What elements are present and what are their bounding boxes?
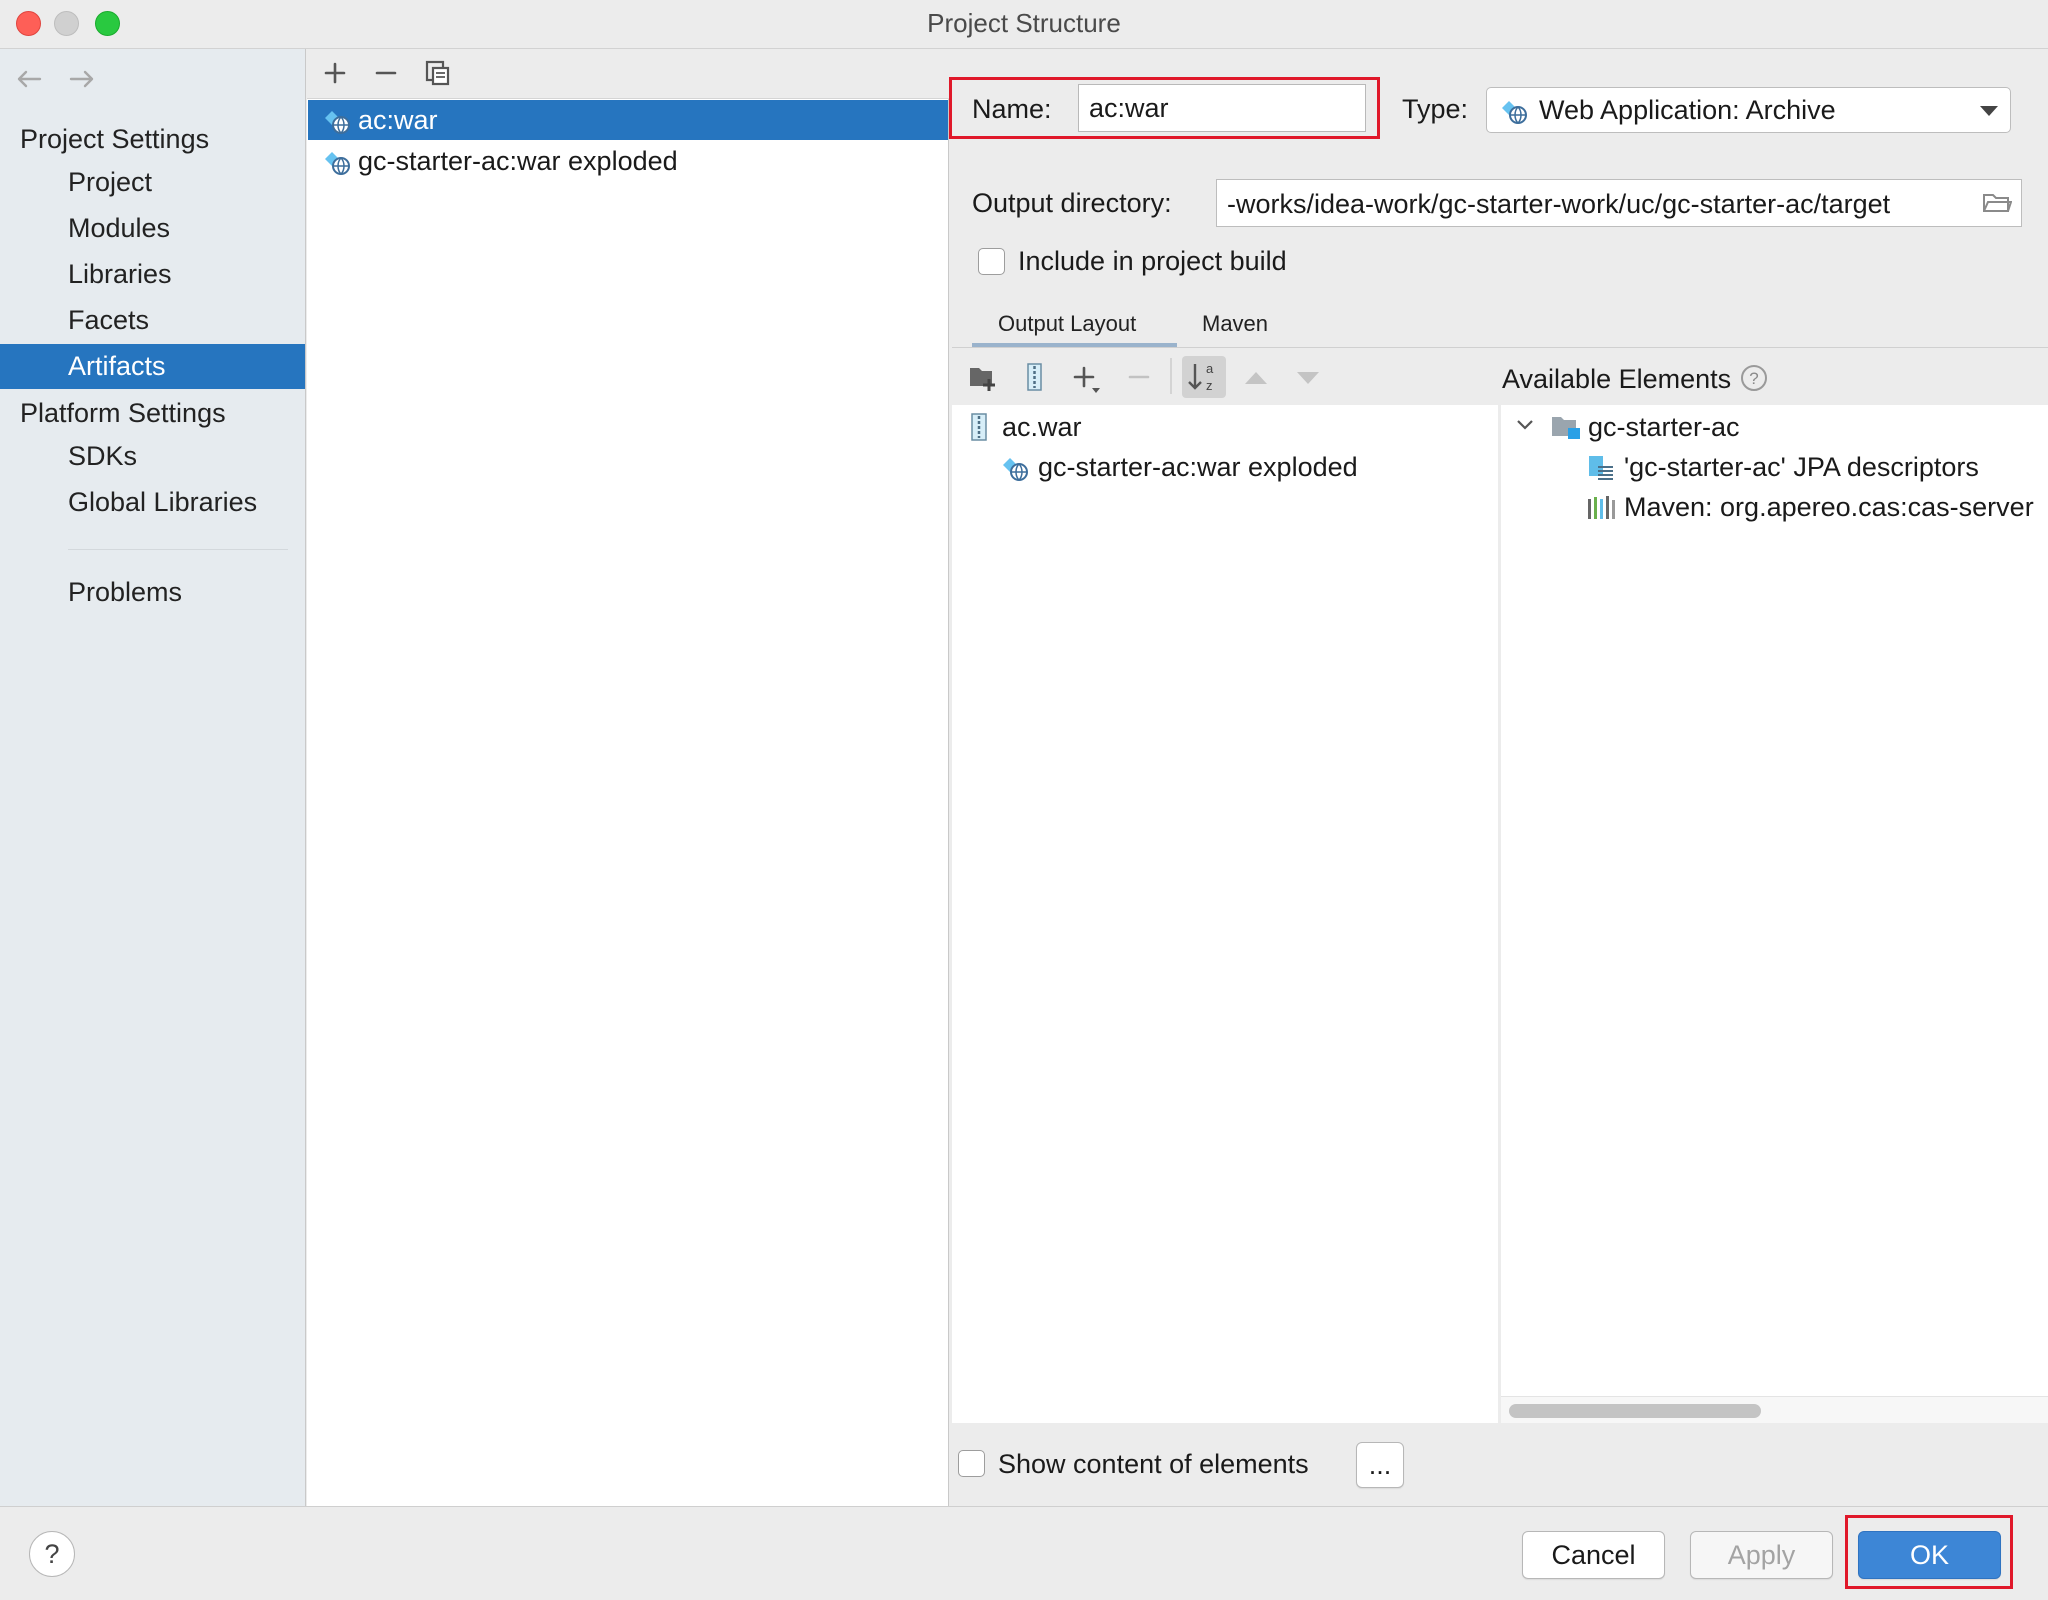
artifact-item-label: gc-starter-ac:war exploded — [358, 146, 678, 176]
platform-settings-header: Platform Settings — [20, 398, 226, 428]
artifact-item-war-exploded[interactable]: gc-starter-ac:war exploded — [308, 141, 948, 181]
remove-icon[interactable] — [371, 58, 401, 88]
move-up-icon — [1242, 366, 1270, 390]
available-child-item[interactable]: 'gc-starter-ac' JPA descriptors — [1624, 452, 1979, 483]
project-settings-header: Project Settings — [20, 124, 210, 154]
web-artifact-icon — [322, 106, 352, 136]
web-artifact-icon — [1000, 453, 1030, 483]
scrollbar-thumb[interactable] — [1509, 1404, 1761, 1418]
include-in-build-label: Include in project build — [1018, 246, 1287, 276]
nav-item-project[interactable]: Project — [0, 160, 305, 205]
tab-maven[interactable]: Maven — [1202, 311, 1268, 337]
library-icon — [1586, 493, 1616, 523]
artifact-item-label: ac:war — [358, 105, 438, 135]
web-artifact-icon — [322, 147, 352, 177]
jpa-descriptor-icon — [1586, 453, 1616, 483]
nav-item-problems[interactable]: Problems — [0, 570, 305, 615]
type-label: Type: — [1402, 94, 1469, 124]
help-circle-icon[interactable]: ? — [1740, 364, 1768, 392]
output-directory-field[interactable]: -works/idea-work/gc-starter-work/uc/gc-s… — [1216, 179, 2022, 227]
web-artifact-icon — [1499, 96, 1529, 126]
chevron-down-icon — [1979, 104, 1999, 118]
ellipsis-button[interactable]: ... — [1356, 1442, 1404, 1488]
tabs-divider — [952, 347, 2048, 348]
toolbar-separator — [1170, 358, 1172, 394]
apply-button[interactable]: Apply — [1690, 1531, 1833, 1579]
nav-item-modules[interactable]: Modules — [0, 206, 305, 251]
copy-icon[interactable] — [423, 58, 453, 88]
nav-item-libraries[interactable]: Libraries — [0, 252, 305, 297]
name-input[interactable] — [1078, 84, 1366, 132]
cancel-button[interactable]: Cancel — [1522, 1531, 1665, 1579]
svg-text:?: ? — [1749, 369, 1758, 388]
chevron-down-icon[interactable] — [1514, 414, 1536, 436]
nav-item-artifacts[interactable]: Artifacts — [0, 344, 305, 389]
svg-text:z: z — [1206, 378, 1213, 393]
layout-child-item[interactable]: gc-starter-ac:war exploded — [1038, 452, 1358, 483]
type-select[interactable]: Web Application: Archive — [1486, 87, 2011, 133]
arrow-right-icon[interactable] — [67, 64, 97, 94]
name-label: Name: — [972, 94, 1052, 124]
help-button[interactable]: ? — [29, 1531, 75, 1577]
nav-item-sdks[interactable]: SDKs — [0, 434, 305, 479]
ok-button[interactable]: OK — [1858, 1531, 2001, 1579]
available-elements-tree — [1501, 405, 2048, 1423]
available-elements-title: Available Elements — [1502, 364, 1732, 394]
module-folder-icon — [1550, 412, 1582, 442]
nav-item-facets[interactable]: Facets — [0, 298, 305, 343]
window-title: Project Structure — [927, 8, 1121, 38]
nav-divider — [68, 549, 288, 550]
output-layout-tree — [952, 405, 1498, 1423]
available-root-item[interactable]: gc-starter-ac — [1588, 412, 1740, 443]
archive-icon[interactable] — [1020, 362, 1050, 392]
new-folder-icon[interactable] — [968, 362, 998, 392]
nav-item-global-libraries[interactable]: Global Libraries — [0, 480, 305, 525]
title-bar: Project Structure — [0, 0, 2048, 49]
svg-text:a: a — [1206, 361, 1214, 376]
artifacts-list — [307, 49, 949, 1506]
artifact-item-ac-war[interactable]: ac:war — [308, 100, 948, 140]
output-directory-label: Output directory: — [972, 188, 1172, 218]
include-in-build-checkbox[interactable] — [978, 248, 1005, 275]
remove-icon — [1124, 362, 1154, 392]
show-content-label: Show content of elements — [998, 1449, 1309, 1479]
sort-alpha-icon[interactable]: az — [1182, 356, 1226, 398]
output-directory-value: -works/idea-work/gc-starter-work/uc/gc-s… — [1227, 189, 1891, 219]
show-content-checkbox[interactable] — [958, 1450, 985, 1477]
layout-root-item[interactable]: ac.war — [1002, 412, 1082, 443]
type-select-value: Web Application: Archive — [1539, 95, 1836, 125]
archive-icon — [968, 412, 992, 442]
folder-open-icon[interactable] — [1982, 189, 2012, 217]
arrow-left-icon[interactable] — [14, 64, 44, 94]
add-icon[interactable] — [1070, 362, 1104, 396]
tab-output-layout[interactable]: Output Layout — [998, 311, 1136, 337]
available-child-item[interactable]: Maven: org.apereo.cas:cas-server — [1624, 492, 2034, 523]
move-down-icon — [1294, 366, 1322, 390]
add-icon[interactable] — [320, 58, 350, 88]
artifacts-toolbar — [307, 49, 949, 99]
horizontal-scrollbar[interactable] — [1501, 1396, 2048, 1423]
